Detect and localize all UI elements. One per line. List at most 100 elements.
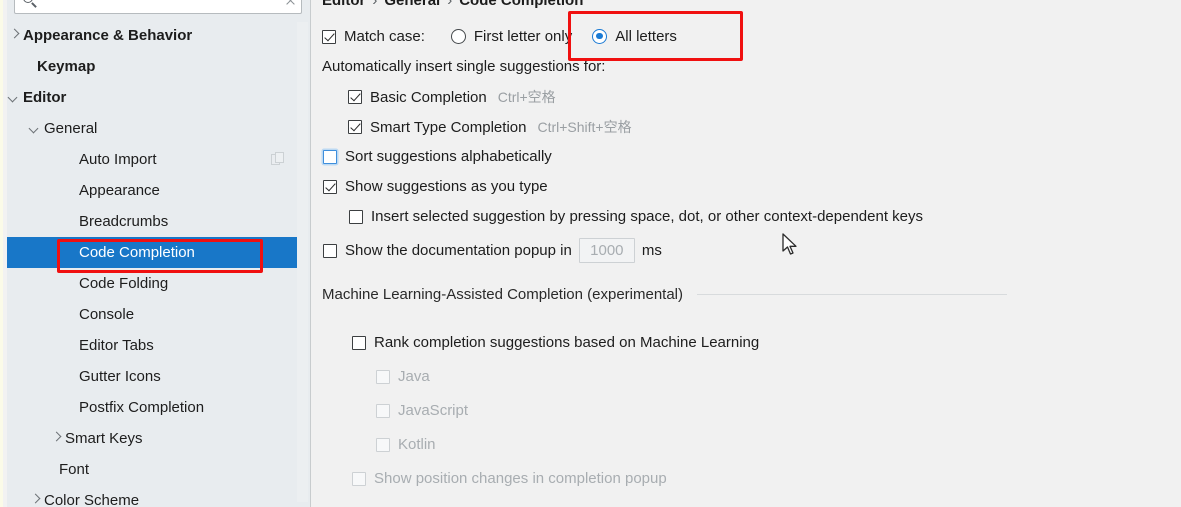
sort-alphabetically-label: Sort suggestions alphabetically [345,148,552,165]
sidebar-item-keymap[interactable]: Keymap [7,51,303,82]
basic-completion-shortcut: Ctrl+空格 [497,89,556,105]
first-letter-only-radio[interactable] [450,29,466,44]
sidebar-item-code-completion[interactable]: Code Completion [7,237,303,268]
show-as-you-type-label: Show suggestions as you type [345,178,548,195]
chevron-down-icon[interactable] [30,123,41,134]
basic-completion-label: Basic Completion [370,88,487,106]
doc-popup-row[interactable]: Show the documentation popup in 1000 ms [323,238,662,263]
breadcrumb-separator-1: › [372,0,378,9]
settings-tree[interactable]: Appearance & Behavior Keymap Editor General… [7,20,303,507]
ml-javascript-label: JavaScript [398,402,469,419]
auto-insert-header: Automatically insert single suggestions … [322,58,606,75]
basic-completion-checkbox[interactable] [348,90,362,104]
chevron-down-icon[interactable] [9,92,20,103]
sidebar-item-label: Auto Import [79,151,157,168]
settings-sidebar: Appearance & Behavior Keymap Editor General… [0,0,603,507]
insert-selected-suggestion-checkbox[interactable] [349,209,363,224]
sidebar-item-gutter-icons[interactable]: Gutter Icons [7,361,303,392]
sort-alphabetically-checkbox[interactable] [323,149,337,164]
match-case-checkbox[interactable] [322,29,336,44]
ml-section-divider [697,294,1008,295]
clear-search-icon[interactable] [281,0,301,13]
ml-kotlin-checkbox [376,437,390,452]
ml-show-position-checkbox [352,471,366,486]
smart-type-completion-shortcut: Ctrl+Shift+空格 [537,119,632,135]
all-letters-radio[interactable] [592,29,608,44]
sidebar-item-label: Postfix Completion [79,399,205,416]
sidebar-item-console[interactable]: Console [7,299,303,330]
doc-popup-label-before: Show the documentation popup in [345,242,572,259]
ml-section-title: Machine Learning-Assisted Completion (ex… [322,286,684,303]
show-as-you-type-row[interactable]: Show suggestions as you type [323,178,548,195]
sidebar-item-label: Code Folding [79,275,169,292]
sidebar-item-font[interactable]: Font [7,454,303,485]
sidebar-item-label: Appearance & Behavior [23,27,193,44]
chevron-right-icon[interactable] [9,30,20,41]
ml-section-header: Machine Learning-Assisted Completion (ex… [322,286,1172,303]
sidebar-left-edge [0,0,7,507]
sidebar-item-label: Keymap [37,58,96,75]
doc-popup-delay-input[interactable]: 1000 [578,238,635,263]
sidebar-item-editor[interactable]: Editor [7,82,303,113]
sidebar-item-label: General [44,120,98,137]
doc-popup-checkbox[interactable] [323,243,337,258]
ml-java-checkbox [376,369,390,384]
code-completion-settings-panel: Editor › General › Code Completion Match cas… [312,0,1181,507]
sidebar-item-color-scheme[interactable]: Color Scheme [7,485,303,507]
sidebar-item-smart-keys[interactable]: Smart Keys [7,423,303,454]
basic-completion-row[interactable]: Basic Completion Ctrl+空格 [348,87,556,107]
ml-language-javascript-row: JavaScript [376,402,468,419]
first-letter-only-label: First letter only [473,28,573,45]
doc-popup-label-after: ms [641,242,662,259]
breadcrumb-separator-2: › [447,0,453,9]
breadcrumb: Editor › General › Code Completion [322,0,583,9]
sidebar-item-general[interactable]: General [7,113,303,144]
sidebar-item-label: Appearance [79,182,160,199]
smart-type-completion-checkbox[interactable] [348,120,362,134]
sidebar-item-label: Editor [23,89,67,106]
sidebar-scrollbar-track[interactable] [297,22,603,502]
ml-language-java-row: Java [376,368,430,385]
chevron-right-icon[interactable] [51,433,62,444]
sidebar-item-code-folding[interactable]: Code Folding [7,268,303,299]
sidebar-item-label: Gutter Icons [79,368,161,385]
ml-rank-label: Rank completion suggestions based on Mac… [374,334,760,351]
match-case-option-first-letter[interactable]: First letter only [450,28,573,45]
insert-selected-suggestion-row[interactable]: Insert selected suggestion by pressing s… [349,208,923,225]
breadcrumb-part-editor[interactable]: Editor [322,0,365,9]
ml-java-label: Java [398,368,430,385]
settings-search-box[interactable] [14,0,302,14]
search-icon [22,0,38,8]
sidebar-item-label: Breadcrumbs [79,213,169,230]
match-case-option-all-letters[interactable]: All letters [592,28,677,45]
sidebar-item-appearance-behavior[interactable]: Appearance & Behavior [7,20,303,51]
breadcrumb-part-code-completion: Code Completion [459,0,584,9]
sidebar-item-postfix-completion[interactable]: Postfix Completion [7,392,303,423]
all-letters-label: All letters [615,28,677,45]
chevron-right-icon[interactable] [30,495,41,506]
smart-type-completion-row[interactable]: Smart Type Completion Ctrl+Shift+空格 [348,117,632,137]
ml-javascript-checkbox [376,403,390,418]
sort-alphabetically-row[interactable]: Sort suggestions alphabetically [323,148,552,165]
sidebar-item-appearance[interactable]: Appearance [7,175,303,206]
copy-icon[interactable] [271,152,285,166]
show-as-you-type-checkbox[interactable] [323,179,337,194]
sidebar-item-label: Editor Tabs [79,337,154,354]
search-input[interactable] [38,0,281,13]
match-case-label: Match case: [344,28,425,45]
sidebar-item-label: Smart Keys [65,430,143,447]
insert-selected-suggestion-label: Insert selected suggestion by pressing s… [371,208,923,225]
sidebar-item-label: Font [59,461,90,478]
breadcrumb-part-general[interactable]: General [384,0,440,9]
ml-language-kotlin-row: Kotlin [376,436,436,453]
sidebar-item-auto-import[interactable]: Auto Import [7,144,303,175]
sidebar-item-editor-tabs[interactable]: Editor Tabs [7,330,303,361]
match-case-row: Match case: First letter only All letter… [322,28,677,45]
smart-type-completion-label: Smart Type Completion [370,118,527,136]
ml-show-position-row: Show position changes in completion popu… [352,470,667,487]
ml-rank-checkbox[interactable] [352,335,366,350]
ml-rank-row[interactable]: Rank completion suggestions based on Mac… [352,334,759,351]
sidebar-edge-strip [0,0,3,507]
sidebar-item-breadcrumbs[interactable]: Breadcrumbs [7,206,303,237]
mouse-cursor [782,233,797,255]
